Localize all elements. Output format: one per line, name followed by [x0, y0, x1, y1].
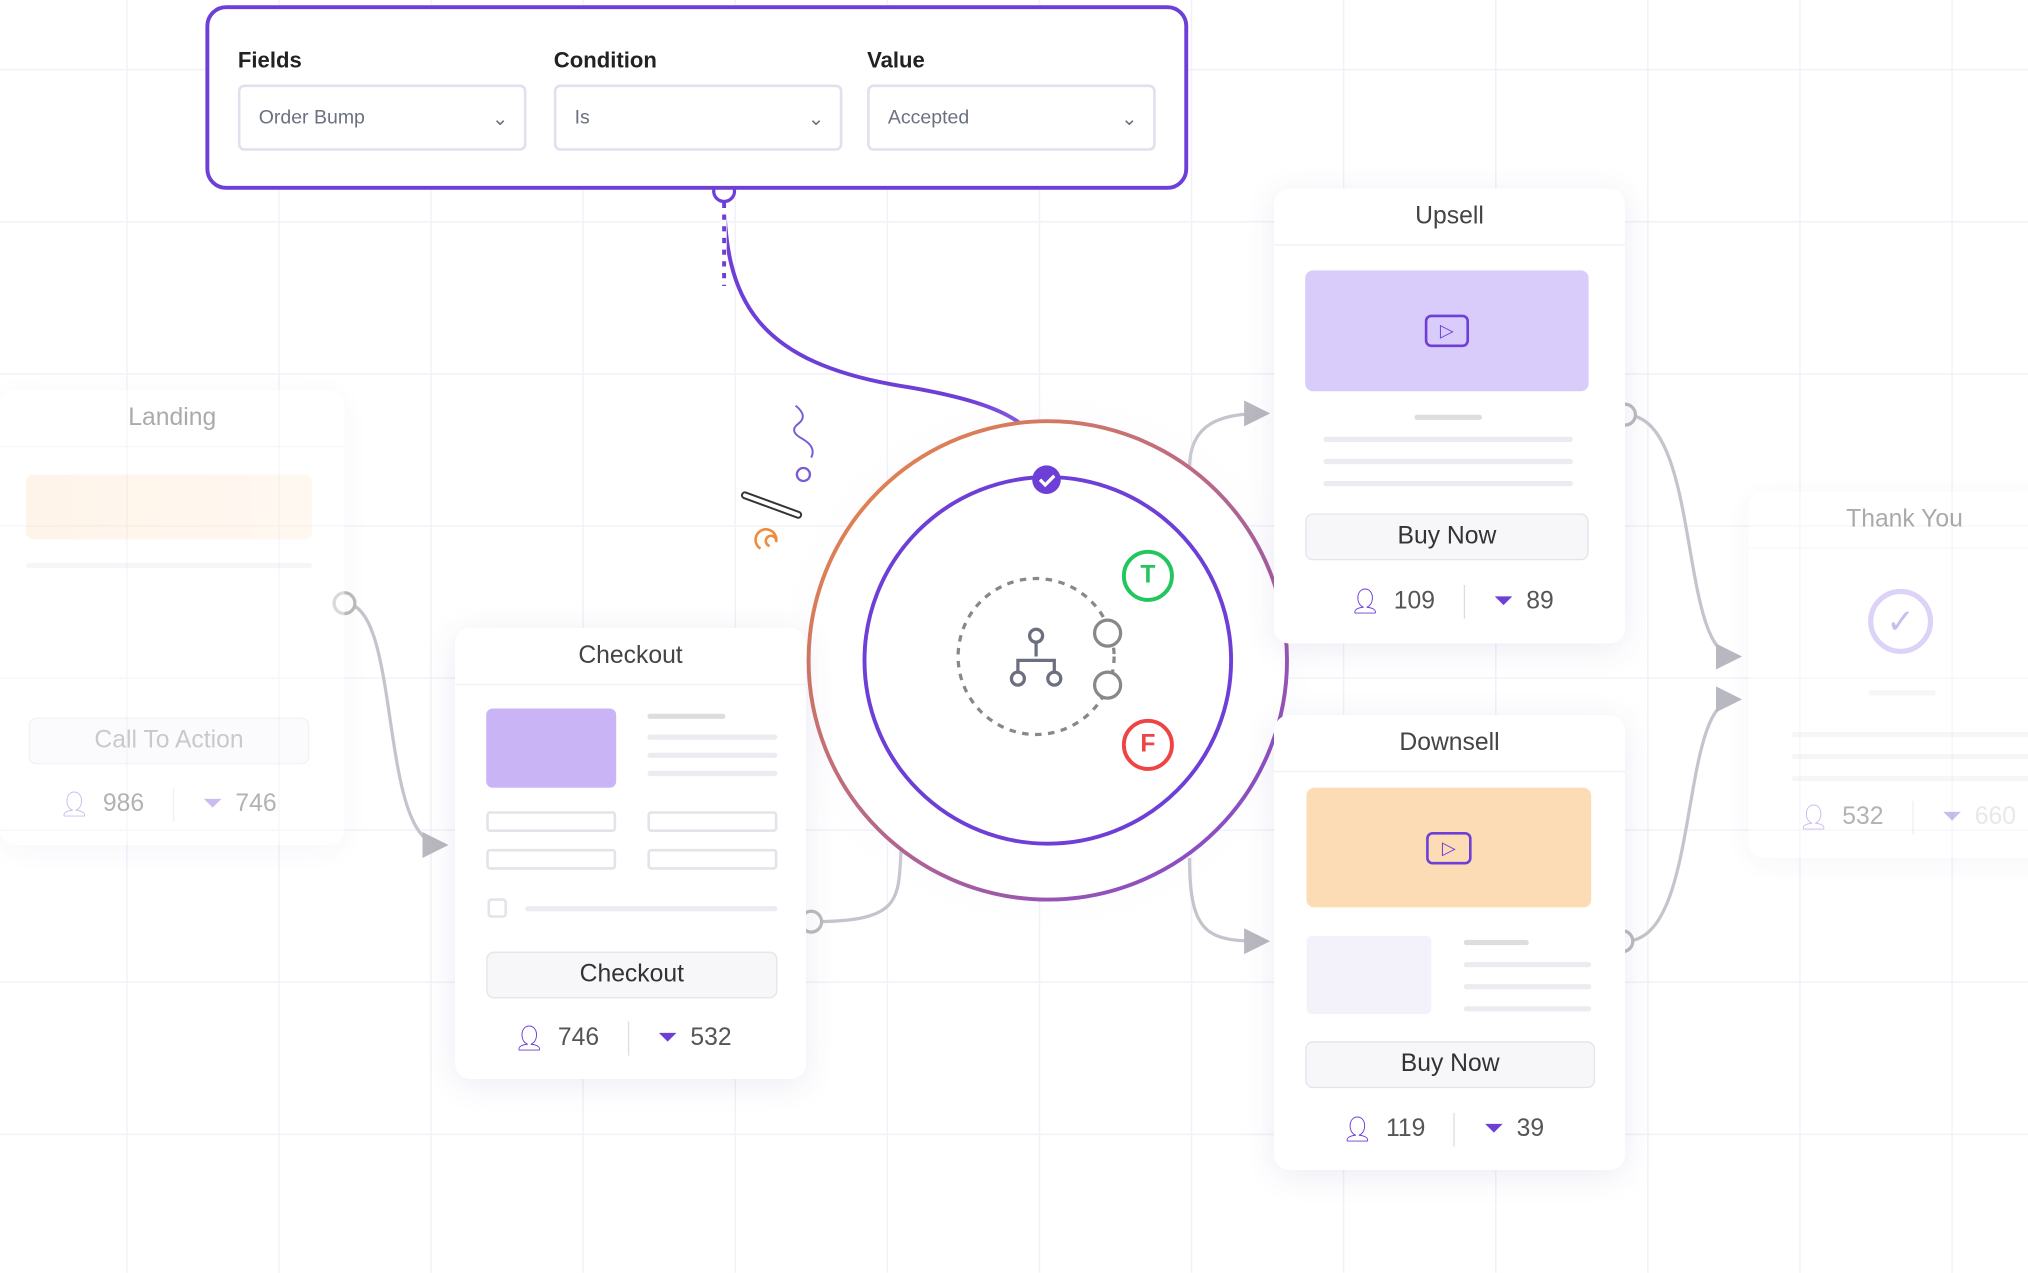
funnel-icon: ⏷	[1493, 587, 1514, 615]
video-thumbnail: ▷	[1306, 787, 1592, 908]
thank-you-step-card[interactable]: Thank You ✓ 👤︎ 532 ⏷ 660	[1748, 491, 2028, 858]
card-title: Thank You	[1748, 491, 2028, 549]
checkout-button[interactable]: Checkout	[486, 951, 778, 999]
user-icon: 👤︎	[1797, 804, 1830, 832]
user-icon: 👤︎	[513, 1025, 545, 1053]
fields-label: Fields	[237, 48, 302, 73]
condition-label: Condition	[553, 48, 657, 73]
card-title: Downsell	[1274, 715, 1625, 773]
checkout-step-card[interactable]: Checkout Checkout 👤︎ 746 ⏷ 532	[454, 627, 806, 1079]
buy-now-button[interactable]: Buy Now	[1305, 1041, 1596, 1089]
funnel-icon: ⏷	[657, 1024, 678, 1052]
true-branch-badge[interactable]: T	[1121, 549, 1174, 602]
funnel-icon: ⏷	[1483, 1115, 1504, 1143]
landing-step-card[interactable]: Landing Call To Action 👤︎ 986 ⏷ 746	[0, 390, 345, 845]
funnel-icon: ⏷	[202, 790, 223, 818]
landing-thumbnail	[26, 474, 312, 540]
card-title: Checkout	[454, 628, 806, 686]
call-to-action-button[interactable]: Call To Action	[28, 717, 310, 765]
fields-select[interactable]: Order Bump ⌄	[237, 84, 527, 151]
user-icon: 👤︎	[1341, 1116, 1373, 1144]
upsell-step-card[interactable]: Upsell ▷ Buy Now 👤︎ 109 ⏷ 89	[1274, 188, 1625, 644]
condition-filter-panel: Fields Order Bump ⌄ Condition Is ⌄ Value Acce…	[205, 5, 1189, 190]
value-label: Value	[867, 48, 925, 73]
image-placeholder	[486, 708, 617, 788]
funnel-icon: ⏷	[1941, 803, 1962, 831]
value-select[interactable]: Accepted ⌄	[867, 84, 1156, 151]
chevron-down-icon: ⌄	[491, 107, 509, 130]
condition-select[interactable]: Is ⌄	[553, 84, 843, 151]
squiggle-decoration	[793, 404, 814, 459]
card-title: Upsell	[1274, 189, 1625, 246]
play-icon: ▷	[1424, 314, 1470, 348]
chevron-down-icon: ⌄	[1121, 107, 1138, 130]
video-thumbnail: ▷	[1305, 270, 1589, 392]
chevron-down-icon: ⌄	[807, 107, 825, 130]
play-icon: ▷	[1426, 831, 1472, 864]
card-title: Landing	[0, 390, 345, 448]
false-branch-badge[interactable]: F	[1121, 718, 1174, 771]
user-icon: 👤︎	[58, 791, 90, 819]
buy-now-button[interactable]: Buy Now	[1305, 513, 1589, 561]
downsell-step-card[interactable]: Downsell ▷ Buy Now 👤︎ 119 ⏷ 39	[1274, 715, 1625, 1170]
user-icon: 👤︎	[1349, 588, 1381, 617]
check-icon	[1032, 465, 1061, 494]
check-circle-icon: ✓	[1868, 588, 1934, 654]
